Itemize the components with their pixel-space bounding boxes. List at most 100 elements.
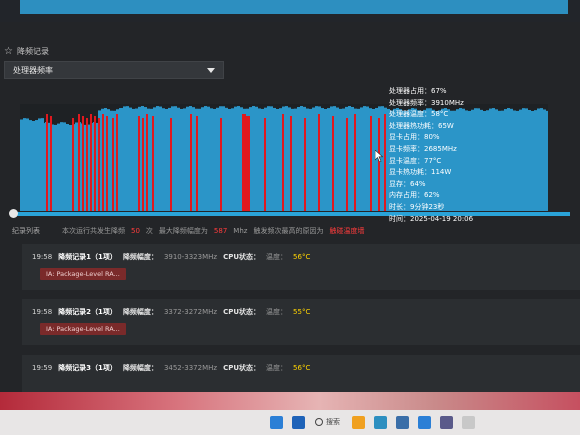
throttle-marker bbox=[98, 118, 100, 211]
summary-unit-mhz: Mhz bbox=[233, 227, 248, 235]
timeline-handle[interactable] bbox=[9, 209, 18, 218]
taskbar-search-label[interactable]: 搜索 bbox=[326, 417, 340, 427]
chart-bar bbox=[69, 124, 72, 211]
chart-bar bbox=[186, 106, 189, 211]
chart-bar bbox=[60, 122, 63, 211]
throttle-marker bbox=[86, 118, 88, 211]
app-icon[interactable] bbox=[418, 416, 431, 429]
tooltip-line: 处理器占用：67% bbox=[389, 87, 447, 95]
chart-bar bbox=[276, 108, 279, 211]
top-strip bbox=[0, 0, 580, 22]
chart-bar bbox=[255, 106, 258, 211]
throttle-marker bbox=[282, 114, 284, 211]
chart-bar bbox=[38, 118, 41, 211]
section-title: 降频记录 bbox=[16, 47, 49, 56]
record-reason-tag[interactable]: IA: Package-Level RA... bbox=[40, 268, 126, 280]
start-icon[interactable] bbox=[270, 416, 283, 429]
chart-bar bbox=[309, 108, 312, 211]
throttle-marker bbox=[146, 114, 148, 211]
app-icon[interactable] bbox=[374, 416, 387, 429]
record-cpu-label: CPU状态： bbox=[223, 308, 261, 316]
chart-bar bbox=[66, 123, 69, 211]
chart-bar bbox=[156, 106, 159, 211]
chart-bar bbox=[324, 108, 327, 211]
chart-bar bbox=[174, 106, 177, 211]
chart-bar bbox=[348, 106, 351, 211]
chart-bar bbox=[537, 108, 540, 211]
tooltip-line: 显卡温度：77°C bbox=[389, 156, 442, 165]
chart-bar bbox=[258, 108, 261, 211]
app-icon[interactable] bbox=[440, 416, 453, 429]
chart-bar bbox=[198, 108, 201, 211]
app-icon[interactable] bbox=[396, 416, 409, 429]
record-amp-label: 降频幅度： bbox=[122, 308, 158, 316]
record-item[interactable]: 19:58 降频记录1（1项） 降频幅度： 3910-3323MHz CPU状态… bbox=[22, 244, 580, 290]
throttle-marker bbox=[318, 114, 320, 211]
timeline-track[interactable] bbox=[10, 212, 570, 216]
throttle-marker bbox=[370, 116, 372, 211]
chart-bar bbox=[162, 108, 165, 211]
chart-bar bbox=[528, 109, 531, 211]
throttle-marker bbox=[290, 116, 292, 211]
record-temp-label: 温度： bbox=[266, 364, 288, 372]
throttle-marker bbox=[246, 116, 250, 211]
chart-tooltip: 处理器占用：67% 处理器频率：3910MHz 处理器温度：58°C 处理器热功… bbox=[389, 86, 481, 225]
chart-bar bbox=[261, 108, 264, 211]
record-item[interactable]: 19:58 降频记录2（1项） 降频幅度： 3372-3272MHz CPU状态… bbox=[22, 299, 580, 345]
chart-bar bbox=[159, 106, 162, 211]
chart-bar bbox=[486, 110, 489, 211]
record-amp: 3372-3272MHz bbox=[163, 308, 218, 316]
chart-bar bbox=[360, 107, 363, 211]
chart-bar bbox=[498, 110, 501, 211]
throttle-marker bbox=[220, 118, 222, 211]
search-icon[interactable] bbox=[315, 418, 323, 426]
chart-bar bbox=[57, 123, 60, 211]
throttle-marker bbox=[94, 116, 96, 211]
record-item[interactable]: 19:59 降频记录3（1项） 降频幅度： 3452-3372MHz CPU状态… bbox=[22, 355, 580, 392]
chart-bar bbox=[513, 110, 516, 211]
throttle-marker bbox=[332, 116, 334, 211]
chart-bar bbox=[300, 106, 303, 211]
throttle-marker bbox=[242, 114, 246, 211]
tooltip-line: 时间：2025-04-19 20:06 bbox=[389, 214, 474, 223]
throttle-marker bbox=[142, 118, 144, 211]
chart-bar bbox=[201, 107, 204, 211]
chart-bar bbox=[54, 124, 57, 211]
app-icon[interactable] bbox=[352, 416, 365, 429]
record-amp-label: 降频幅度： bbox=[122, 253, 158, 261]
record-temp-label: 温度： bbox=[266, 308, 288, 316]
chart-bar bbox=[351, 106, 354, 211]
chart-bar bbox=[207, 106, 210, 211]
metric-dropdown[interactable]: 处理器频率 bbox=[4, 61, 224, 79]
record-title: 降频记录1（1项） bbox=[58, 253, 117, 261]
chart-bar bbox=[234, 106, 237, 211]
throttle-count: 50 bbox=[131, 227, 140, 235]
summary-text-1: 本次运行共发生降频 bbox=[62, 227, 125, 235]
chart-bar bbox=[327, 108, 330, 211]
tooltip-line: 处理器温度：58°C bbox=[389, 110, 449, 119]
record-cpu-label: CPU状态： bbox=[223, 364, 261, 372]
tooltip-line: 时长：9分钟23秒 bbox=[389, 202, 445, 211]
chart-bar bbox=[366, 106, 369, 211]
chart-bar bbox=[516, 110, 519, 211]
chart-bar bbox=[531, 110, 534, 211]
throttle-marker bbox=[82, 116, 84, 211]
throttle-marker bbox=[346, 118, 348, 211]
throttle-marker bbox=[72, 118, 74, 211]
chart-bar bbox=[321, 108, 324, 211]
summary-bar: 纪录列表 本次运行共发生降频 50 次 最大降频幅度为 587 Mhz 触发频次… bbox=[12, 226, 364, 236]
list-title: 纪录列表 bbox=[12, 227, 40, 235]
throttle-marker bbox=[190, 114, 192, 211]
record-reason-tag[interactable]: IA: Package-Level RA... bbox=[40, 323, 126, 335]
star-icon[interactable]: ☆ bbox=[4, 46, 13, 57]
chart-bar bbox=[32, 120, 35, 211]
throttle-marker bbox=[264, 118, 266, 211]
chart-bar bbox=[267, 106, 270, 211]
record-temp: 56°C bbox=[293, 364, 311, 372]
chart-bar bbox=[315, 106, 318, 211]
section-header: ☆ 降频记录 bbox=[4, 46, 49, 57]
app-icon[interactable] bbox=[462, 416, 475, 429]
chart-bar bbox=[543, 109, 546, 211]
start-menu-icon[interactable] bbox=[292, 416, 305, 429]
timeline-scrollbar[interactable] bbox=[9, 209, 570, 219]
